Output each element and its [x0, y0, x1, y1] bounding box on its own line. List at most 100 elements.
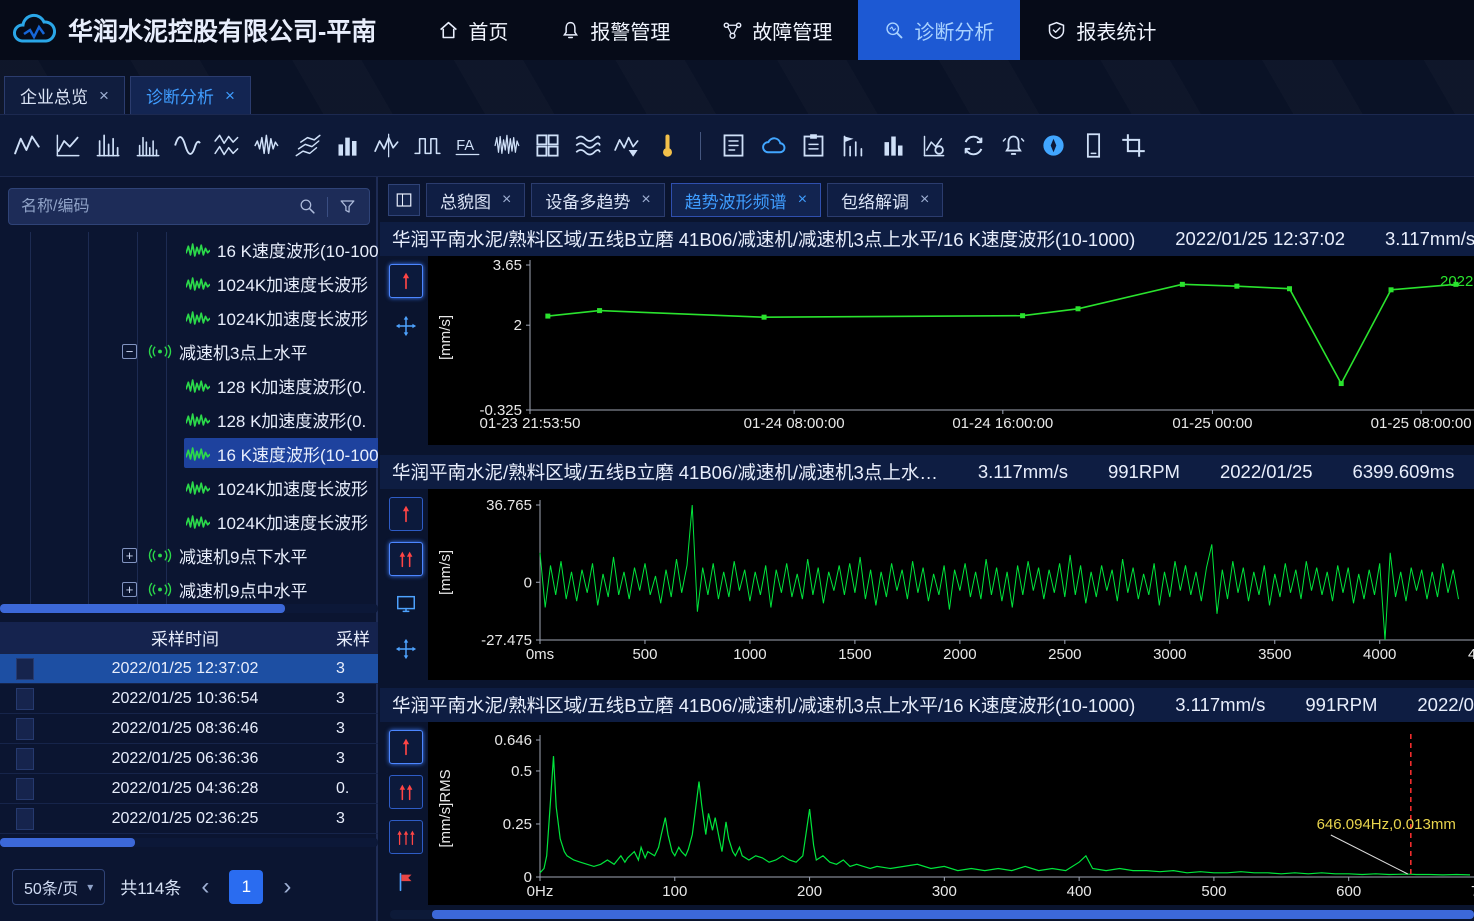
waveform-chart[interactable]: [mm/s]36.7650-27.4750ms50010001500200025…	[428, 489, 1474, 680]
table-row[interactable]: 2022/01/25 04:36:280.	[0, 774, 378, 804]
report-icon[interactable]	[800, 132, 827, 159]
move-button[interactable]	[389, 309, 423, 343]
trend-chart[interactable]: [mm/s]3.652-0.32501-23 21:53:5001-24 08:…	[428, 256, 1474, 445]
prev-page-button[interactable]: ‹	[196, 875, 214, 899]
current-page-button[interactable]: 1	[229, 870, 263, 904]
spectrum-cursor-icon[interactable]	[94, 132, 121, 159]
tree-scrollbar[interactable]	[0, 604, 378, 613]
tree-item-wave-1024k-c[interactable]: 1024K加速度长波形	[0, 470, 378, 504]
close-icon[interactable]: ×	[99, 86, 109, 106]
columns-icon[interactable]	[880, 132, 907, 159]
close-icon[interactable]: ×	[641, 191, 650, 209]
waterfall-icon[interactable]	[294, 132, 321, 159]
close-icon[interactable]: ×	[920, 191, 929, 209]
nav-item-report[interactable]: 报表统计	[1020, 0, 1182, 60]
grid-icon[interactable]	[534, 132, 561, 159]
tree-item-wave-1024k-a[interactable]: 1024K加速度长波形	[0, 266, 378, 300]
table-scrollbar-thumb[interactable]	[0, 838, 135, 847]
nav-item-diagnosis[interactable]: 诊断分析	[858, 0, 1020, 60]
next-page-button[interactable]: ›	[278, 875, 296, 899]
bars-icon[interactable]	[334, 132, 361, 159]
tree-item-wave-128k-a[interactable]: 128 K加速度波形(0.	[0, 368, 378, 402]
table-row[interactable]: 2022/01/25 10:36:543	[0, 684, 378, 714]
search-input[interactable]	[21, 198, 288, 216]
collapse-icon[interactable]: −	[122, 344, 137, 359]
flag-chart-icon[interactable]	[840, 132, 867, 159]
tree-item-wave-128k-b[interactable]: 128 K加速度波形(0.	[0, 402, 378, 436]
device-icon[interactable]	[1080, 132, 1107, 159]
spectrum-chart[interactable]: [mm/s]RMS0.6460.50.2500Hz100200300400500…	[428, 722, 1474, 905]
tree-item-wave-1024k-b[interactable]: 1024K加速度长波形	[0, 300, 378, 334]
tree-item-sensor-3-up-horizontal[interactable]: −减速机3点上水平	[0, 334, 378, 368]
beat-wave-icon[interactable]	[254, 132, 281, 159]
table-row[interactable]: 2022/01/25 08:36:463	[0, 714, 378, 744]
alarm-bell-icon[interactable]	[1000, 132, 1027, 159]
thermometer-icon[interactable]	[654, 132, 681, 159]
filter-icon[interactable]	[338, 197, 357, 216]
close-icon[interactable]: ×	[225, 86, 235, 106]
table-scrollbar[interactable]	[0, 838, 378, 847]
marked-wave-icon[interactable]	[374, 132, 401, 159]
triple-wave-icon[interactable]	[574, 132, 601, 159]
tree-item-label: 减速机9点中水平	[179, 577, 307, 602]
sine-wave-icon[interactable]	[174, 132, 201, 159]
cursor-single-button[interactable]	[389, 497, 423, 531]
page-tab-diagnosis[interactable]: 诊断分析×	[130, 76, 251, 114]
screen-button[interactable]	[389, 587, 423, 621]
flag-button[interactable]	[389, 865, 423, 899]
page-size-select[interactable]: 50条/页 ▾	[12, 869, 105, 905]
cloud-icon[interactable]	[760, 132, 787, 159]
chart-tab-envelope-demodulation[interactable]: 包络解调×	[827, 183, 943, 217]
line-chart-icon[interactable]	[54, 132, 81, 159]
row-select-cell[interactable]	[16, 718, 34, 740]
chart-settings-icon[interactable]	[920, 132, 947, 159]
move-button[interactable]	[389, 632, 423, 666]
row-select-cell[interactable]	[16, 658, 34, 680]
expand-icon[interactable]: +	[122, 548, 137, 563]
nav-item-home[interactable]: 首页	[412, 0, 534, 60]
main-scrollbar-thumb[interactable]	[432, 910, 1474, 919]
nav-item-fault[interactable]: 故障管理	[696, 0, 858, 60]
chart-tab-overview-map[interactable]: 总貌图×	[426, 183, 525, 217]
nav-item-alarm[interactable]: 报警管理	[534, 0, 696, 60]
cursor-harmonic-button[interactable]	[389, 820, 423, 854]
row-select-cell[interactable]	[16, 808, 34, 830]
process-icon[interactable]	[960, 132, 987, 159]
table-row[interactable]: 2022/01/25 02:36:253	[0, 804, 378, 834]
trend-icon[interactable]	[14, 132, 41, 159]
main-scrollbar[interactable]	[390, 910, 1474, 919]
row-select-cell[interactable]	[16, 748, 34, 770]
row-select-cell[interactable]	[16, 688, 34, 710]
double-wave-icon[interactable]	[214, 132, 241, 159]
sample-value: 0.	[336, 780, 378, 798]
layout-icon[interactable]	[388, 184, 420, 216]
cursor-double-button[interactable]	[389, 775, 423, 809]
tree-item-sensor-9-mid-horizontal[interactable]: + 减速机9点中水平	[0, 572, 378, 604]
cursor-double-button[interactable]	[389, 542, 423, 576]
expand-icon[interactable]: +	[122, 582, 137, 597]
dense-wave-icon[interactable]	[494, 132, 521, 159]
table-row[interactable]: 2022/01/25 06:36:363	[0, 744, 378, 774]
close-icon[interactable]: ×	[502, 191, 511, 209]
cursor-single-button[interactable]	[389, 730, 423, 764]
tree-item-sensor-9-down-horizontal[interactable]: +减速机9点下水平	[0, 538, 378, 572]
comb-spectrum-icon[interactable]	[134, 132, 161, 159]
pointer-wave-icon[interactable]	[614, 132, 641, 159]
tree-item-wave-16k-a[interactable]: 16 K速度波形(10-1000)	[0, 232, 378, 266]
crop-icon[interactable]	[1120, 132, 1147, 159]
close-icon[interactable]: ×	[798, 191, 807, 209]
page-tab-enterprise-overview[interactable]: 企业总览×	[4, 76, 125, 114]
tree-scrollbar-thumb[interactable]	[0, 604, 285, 613]
cursor-single-button[interactable]	[389, 264, 423, 298]
step-wave-icon[interactable]	[414, 132, 441, 159]
row-select-cell[interactable]	[16, 778, 34, 800]
table-row[interactable]: 2022/01/25 12:37:023	[0, 654, 378, 684]
fa-analysis-icon[interactable]: FA	[454, 132, 481, 159]
notebook-icon[interactable]	[720, 132, 747, 159]
compass-icon[interactable]	[1040, 132, 1067, 159]
chart-tab-trend-wave-spectrum[interactable]: 趋势波形频谱×	[671, 183, 821, 217]
search-icon[interactable]	[298, 197, 317, 216]
tree-item-wave-16k-selected[interactable]: 16 K速度波形(10-1000)	[0, 436, 378, 470]
tree-item-wave-1024k-d[interactable]: 1024K加速度长波形	[0, 504, 378, 538]
chart-tab-device-trends[interactable]: 设备多趋势×	[531, 183, 664, 217]
